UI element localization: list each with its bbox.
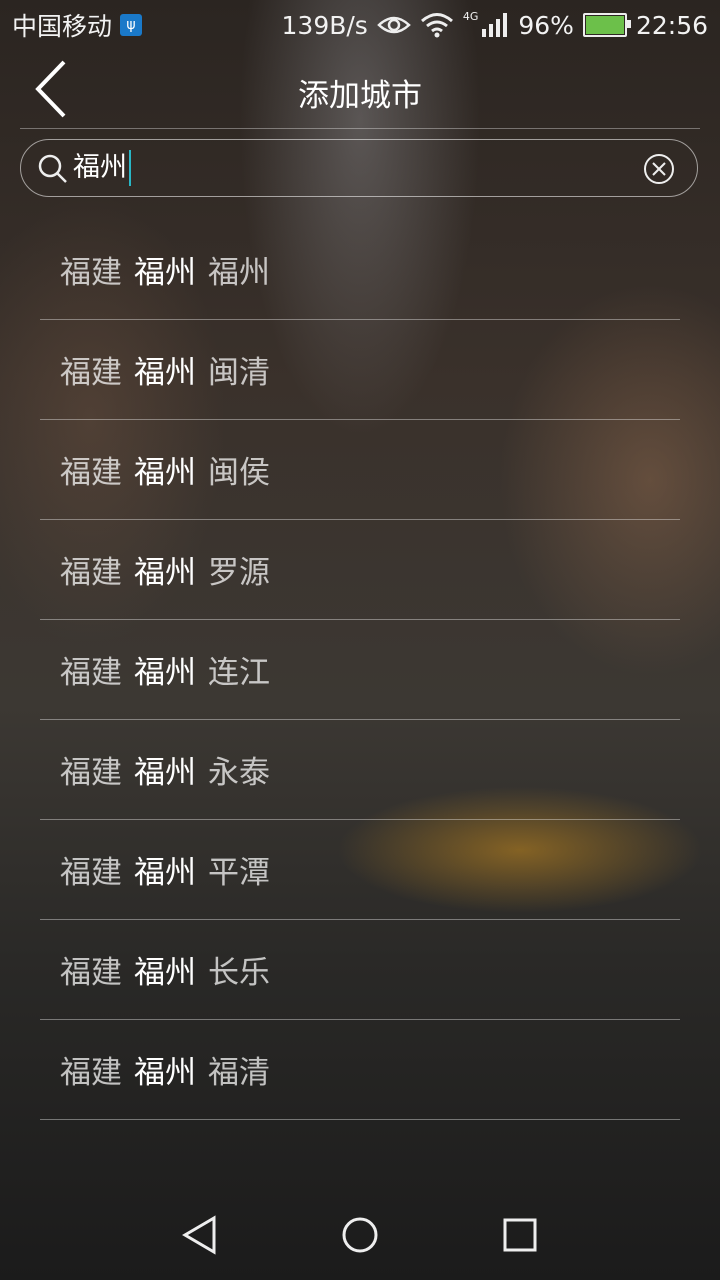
city-label: 福州 [134, 655, 196, 691]
city-result-item[interactable]: 福建 福州 永泰 [40, 720, 680, 820]
district-label: 闽侯 [208, 455, 270, 491]
network-type: 4G [462, 9, 479, 23]
city-label: 福州 [134, 355, 196, 391]
text-caret [129, 150, 131, 186]
city-label: 福州 [134, 955, 196, 991]
carrier-label: 中国移动 [12, 12, 113, 41]
header-divider [20, 128, 700, 129]
city-label: 福州 [134, 755, 196, 791]
city-label: 福州 [134, 855, 196, 891]
city-result-item[interactable]: 福建 福州 罗源 [40, 520, 680, 620]
city-result-item[interactable]: 福建 福州 连江 [40, 620, 680, 720]
triangle-back-icon[interactable] [180, 1215, 220, 1255]
district-label: 闽清 [208, 355, 270, 391]
district-label: 平潭 [208, 855, 270, 891]
province-label: 福建 [60, 555, 122, 591]
usb-icon: ψ [120, 14, 143, 36]
city-label: 福州 [134, 555, 196, 591]
page-title: 添加城市 [298, 78, 422, 114]
net-speed: 139B/s [281, 10, 368, 40]
battery-percent: 96% [518, 10, 574, 40]
city-result-item[interactable]: 福建 福州 长乐 [40, 920, 680, 1020]
city-result-item[interactable]: 福建 福州 闽侯 [40, 420, 680, 520]
province-label: 福建 [60, 755, 122, 791]
city-result-item[interactable]: 福建 福州 闽清 [40, 320, 680, 420]
system-nav-bar [0, 1190, 720, 1280]
province-label: 福建 [60, 255, 122, 291]
clock: 22:56 [635, 10, 708, 40]
city-result-item[interactable]: 福建 福州 福州 [40, 220, 680, 320]
district-label: 罗源 [208, 555, 270, 591]
wifi-icon [420, 13, 453, 38]
circle-home-icon[interactable] [340, 1215, 380, 1255]
district-label: 长乐 [208, 955, 270, 991]
province-label: 福建 [60, 855, 122, 891]
search-input[interactable]: 福州 [73, 140, 613, 196]
district-label: 福清 [208, 1055, 270, 1091]
clear-icon[interactable] [643, 153, 675, 185]
signal-icon [482, 13, 508, 37]
district-label: 福州 [208, 255, 270, 291]
city-result-item[interactable]: 福建 福州 平潭 [40, 820, 680, 920]
app-header: 添加城市 [0, 50, 720, 128]
city-label: 福州 [134, 1055, 196, 1091]
eye-icon [377, 16, 411, 34]
status-bar: 中国移动 ψ 139B/s 4G 96% 22:56 [0, 0, 720, 50]
city-label: 福州 [134, 455, 196, 491]
city-result-item[interactable]: 福建 福州 福清 [40, 1020, 680, 1120]
search-input-value: 福州 [73, 152, 127, 183]
district-label: 连江 [208, 655, 270, 691]
city-results-list: 福建 福州 福州 福建 福州 闽清 福建 福州 闽侯 福建 福州 罗源 福建 福… [40, 220, 680, 1120]
square-recents-icon[interactable] [500, 1215, 540, 1255]
province-label: 福建 [60, 355, 122, 391]
province-label: 福建 [60, 455, 122, 491]
district-label: 永泰 [208, 755, 270, 791]
province-label: 福建 [60, 655, 122, 691]
city-label: 福州 [134, 255, 196, 291]
search-icon [38, 154, 67, 183]
search-bar[interactable]: 福州 [20, 139, 698, 197]
province-label: 福建 [60, 955, 122, 991]
province-label: 福建 [60, 1055, 122, 1091]
battery-icon [582, 13, 631, 37]
